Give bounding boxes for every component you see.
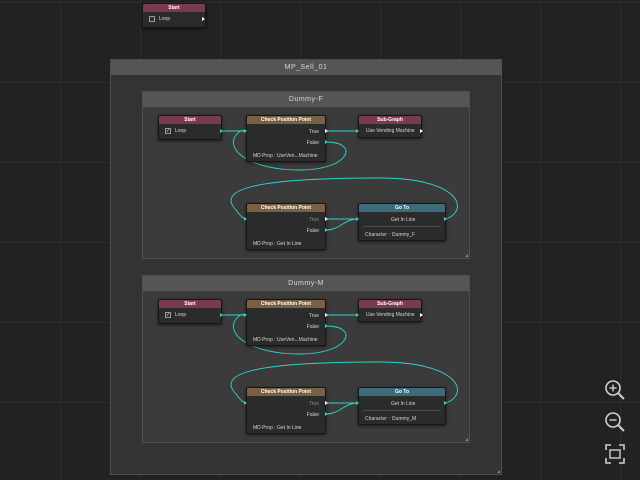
fit-to-screen-button[interactable]: [603, 442, 627, 466]
sub-graph-value: Use Vending Machine: [366, 128, 415, 134]
md-prop-label: MD Prop :: [253, 425, 276, 431]
node-header: Start: [143, 4, 205, 12]
false-output-label: False: [306, 412, 319, 418]
input-port-icon[interactable]: [356, 217, 359, 221]
go-to-value: Get In Line: [391, 401, 416, 407]
true-output-arrow-icon[interactable]: [325, 217, 328, 221]
zoom-in-button[interactable]: [603, 378, 627, 402]
check-position-node[interactable]: Check Position Point True False MD Prop …: [246, 203, 326, 250]
start-node[interactable]: Start ✓ Loop: [158, 299, 222, 324]
md-prop-value: Get In Line: [277, 241, 302, 247]
false-output-label: False: [306, 140, 319, 146]
divider: [363, 226, 441, 227]
output-port-icon[interactable]: [444, 217, 447, 221]
check-position-node[interactable]: Check Position Point True False MD Prop …: [246, 115, 326, 162]
true-output-label: True: [308, 129, 319, 135]
false-output-port-icon[interactable]: [325, 324, 328, 328]
character-label: Character :: [365, 416, 390, 422]
zoom-out-icon: [605, 412, 625, 432]
input-port-icon[interactable]: [244, 129, 247, 133]
output-port-icon[interactable]: [444, 401, 447, 405]
input-port-icon[interactable]: [244, 217, 247, 221]
loop-checkbox[interactable]: ✓: [165, 312, 171, 318]
output-arrow-icon[interactable]: [420, 313, 423, 317]
input-port-icon[interactable]: [356, 313, 359, 317]
true-output-arrow-icon[interactable]: [325, 313, 328, 317]
character-value: Dummy_F: [392, 232, 416, 238]
character-value: Dummy_M: [392, 416, 417, 422]
output-arrow-icon[interactable]: [202, 17, 205, 21]
node-header: Check Position Point: [247, 204, 325, 212]
output-port-icon[interactable]: [220, 313, 223, 317]
node-header: Sub-Graph: [359, 116, 421, 124]
true-output-label: True: [308, 313, 319, 319]
md-prop-label: MD Prop :: [253, 337, 276, 343]
node-header: Start: [159, 300, 221, 308]
subgroup-title: Dummy-M: [143, 276, 469, 291]
sub-graph-node[interactable]: Sub-Graph Use Vending Machine: [358, 299, 423, 322]
output-port-icon[interactable]: [220, 129, 223, 133]
md-prop-label: MD Prop :: [253, 241, 276, 247]
input-port-icon[interactable]: [356, 401, 359, 405]
check-position-node[interactable]: Check Position Point True False MD Prop …: [246, 387, 326, 434]
input-port-icon[interactable]: [244, 401, 247, 405]
md-prop-value: UseVen...Machine: [277, 153, 318, 159]
top-start-node[interactable]: Start Loop: [142, 3, 206, 28]
input-port-icon[interactable]: [244, 313, 247, 317]
false-output-port-icon[interactable]: [325, 412, 328, 416]
loop-checkbox[interactable]: [149, 16, 155, 22]
go-to-node[interactable]: Go To Get In Line Character : Dummy_M: [358, 387, 446, 425]
zoom-in-icon: [605, 380, 625, 400]
subgroup-title: Dummy-F: [143, 92, 469, 107]
true-output-arrow-icon[interactable]: [325, 129, 328, 133]
node-header: Go To: [359, 204, 445, 212]
node-header: Check Position Point: [247, 300, 325, 308]
true-output-label: True: [308, 217, 319, 223]
zoom-out-button[interactable]: [603, 410, 627, 434]
outer-group-title: MP_Sell_01: [111, 60, 501, 75]
input-port-icon[interactable]: [356, 129, 359, 133]
node-header: Sub-Graph: [359, 300, 421, 308]
character-label: Character :: [365, 232, 390, 238]
start-node[interactable]: Start ✓ Loop: [158, 115, 222, 140]
md-prop-label: MD Prop :: [253, 153, 276, 159]
go-to-value: Get In Line: [391, 217, 416, 223]
loop-label: Loop: [175, 312, 187, 318]
sub-graph-node[interactable]: Sub-Graph Use Vending Machine: [358, 115, 423, 138]
loop-label: Loop: [175, 128, 187, 134]
true-output-label: True: [308, 401, 319, 407]
node-header: Check Position Point: [247, 388, 325, 396]
sub-graph-value: Use Vending Machine: [366, 312, 415, 318]
node-header: Start: [159, 116, 221, 124]
true-output-arrow-icon[interactable]: [325, 401, 328, 405]
loop-label: Loop: [159, 16, 171, 22]
md-prop-value: Get In Line: [277, 425, 302, 431]
node-header: Go To: [359, 388, 445, 396]
false-output-port-icon[interactable]: [325, 228, 328, 232]
resize-handle-icon[interactable]: [465, 438, 468, 441]
node-header: Check Position Point: [247, 116, 325, 124]
go-to-node[interactable]: Go To Get In Line Character : Dummy_F: [358, 203, 446, 241]
md-prop-value: UseVen...Machine: [277, 337, 318, 343]
output-arrow-icon[interactable]: [420, 129, 423, 133]
false-output-label: False: [306, 324, 319, 330]
resize-handle-icon[interactable]: [465, 254, 468, 257]
false-output-label: False: [306, 228, 319, 234]
fit-to-screen-icon: [605, 444, 625, 464]
loop-checkbox[interactable]: ✓: [165, 128, 171, 134]
check-position-node[interactable]: Check Position Point True False MD Prop …: [246, 299, 326, 346]
resize-handle-icon[interactable]: [497, 470, 500, 473]
divider: [363, 410, 441, 411]
false-output-port-icon[interactable]: [325, 140, 328, 144]
